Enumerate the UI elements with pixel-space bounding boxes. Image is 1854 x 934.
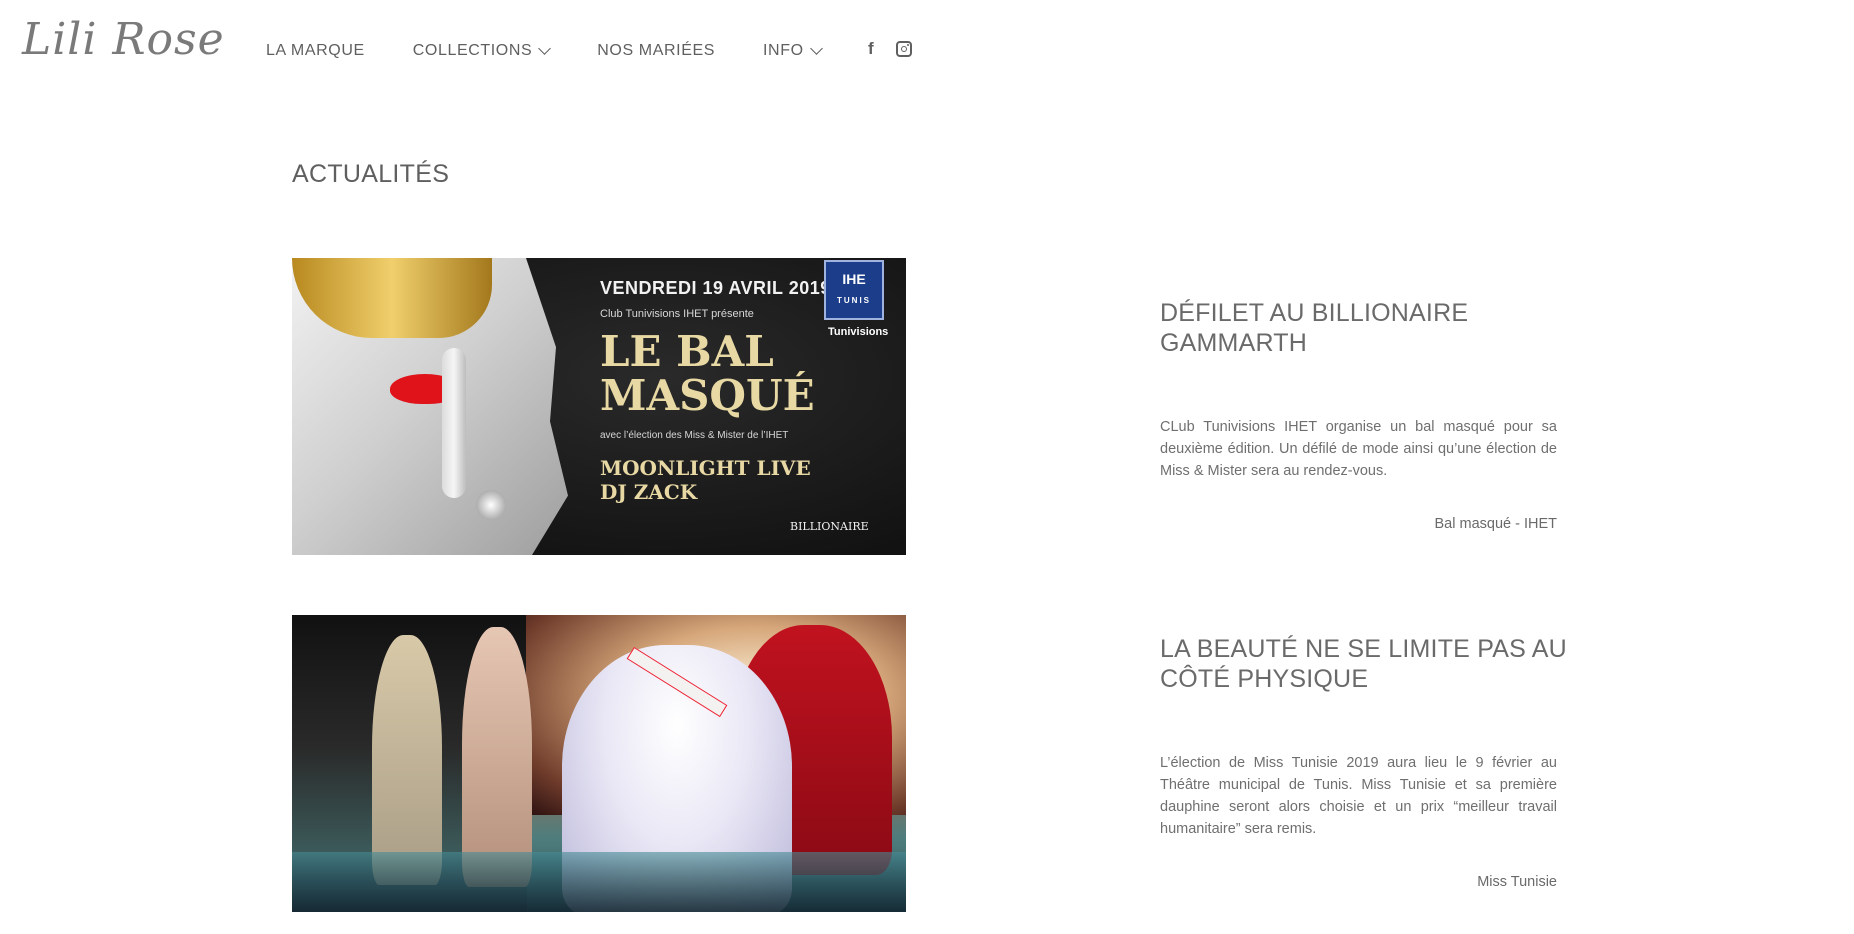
- poster-live-line-1: MOONLIGHT LIVE: [600, 456, 811, 480]
- poster-live: MOONLIGHT LIVE DJ ZACK: [600, 456, 811, 504]
- article-image-bal-masque[interactable]: VENDREDI 19 AVRIL 2019 Club Tunivisions …: [292, 258, 906, 555]
- poster-finger-illustration: [442, 348, 466, 498]
- poster-subline: avec l’élection des Miss & Mister de l’I…: [600, 430, 789, 441]
- poster-date: VENDREDI 19 AVRIL 2019: [600, 278, 831, 298]
- poster-club: Club Tunivisions IHET présente: [600, 308, 754, 320]
- article-image-miss-tunisie[interactable]: [292, 615, 906, 912]
- article-excerpt: CLub Tunivisions IHET organise un bal ma…: [1160, 419, 1557, 479]
- nav-item-info[interactable]: INFO: [763, 42, 823, 60]
- ihet-logo: IHE TUNIS: [824, 260, 884, 320]
- nav-item-label: NOS MARIÉES: [597, 42, 716, 59]
- stage-floor: [292, 852, 906, 912]
- article-excerpt: L’élection de Miss Tunisie 2019 aura lie…: [1160, 755, 1557, 837]
- contestant-figure: [462, 627, 532, 887]
- contestant-figure: [372, 635, 442, 885]
- article-tag[interactable]: Bal masqué - IHET: [1160, 516, 1558, 532]
- poster-headline-line-2: MASQUÉ: [600, 371, 815, 420]
- nav-item-label: INFO: [763, 42, 804, 59]
- article-title[interactable]: LA BEAUTÉ NE SE LIMITE PAS AU CÔTÉ PHYSI…: [1160, 634, 1580, 694]
- chevron-down-icon: [538, 42, 552, 55]
- poster-headline: LE BAL MASQUÉ: [600, 330, 815, 418]
- billionaire-logo: BILLIONAIRE: [790, 520, 869, 533]
- nav-item-la-marque[interactable]: LA MARQUE: [266, 42, 365, 60]
- nav-item-collections[interactable]: COLLECTIONS: [412, 42, 552, 60]
- page-title: ACTUALITÉS: [292, 160, 450, 188]
- tunivisions-logo: Tunivisions: [828, 326, 889, 338]
- nav-item-nos-mariees[interactable]: NOS MARIÉES: [597, 42, 715, 60]
- instagram-icon[interactable]: [895, 40, 912, 57]
- nav-item-label: LA MARQUE: [266, 42, 365, 59]
- nav-item-label: COLLECTIONS: [412, 42, 533, 59]
- article-title[interactable]: DÉFILET AU BILLIONAIRE GAMMARTH: [1160, 298, 1580, 358]
- chevron-down-icon: [809, 42, 823, 55]
- poster-live-line-2: DJ ZACK: [600, 480, 698, 504]
- facebook-icon[interactable]: f: [868, 40, 874, 57]
- poster-ring-illustration: [476, 490, 506, 520]
- poster-headline-line-1: LE BAL: [600, 327, 774, 376]
- social-links: f: [868, 40, 912, 57]
- ihet-logo-top: IHE: [842, 271, 866, 287]
- article-tag[interactable]: Miss Tunisie: [1160, 874, 1557, 890]
- ihet-logo-bottom: TUNIS: [837, 296, 871, 305]
- brand-logo[interactable]: Lili Rose: [22, 14, 225, 65]
- main-nav: LA MARQUE COLLECTIONS NOS MARIÉES INFO: [266, 42, 869, 60]
